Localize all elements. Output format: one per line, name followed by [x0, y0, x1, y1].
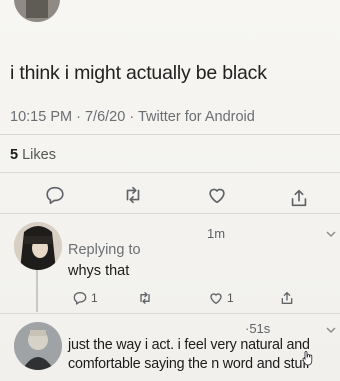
reply-text: whys that: [68, 263, 130, 279]
reply-time: 1m: [207, 226, 226, 241]
likes-label: Likes: [22, 147, 56, 163]
meta-separator: ·: [129, 109, 135, 125]
chevron-down-icon[interactable]: [325, 228, 337, 240]
retweet-icon: [137, 290, 153, 306]
tweet-time: 10:15 PM: [10, 109, 73, 125]
reply-avatar[interactable]: [14, 222, 62, 270]
divider: [0, 213, 340, 214]
likes-count: 5: [10, 147, 19, 163]
tweet-text: i think i might actually be black: [10, 62, 267, 84]
reply-retweet-button[interactable]: [137, 290, 153, 306]
replying-to[interactable]: Replying to: [68, 242, 141, 258]
divider: [0, 134, 340, 135]
reply-text-line: just the way i act. i feel very natural …: [68, 337, 310, 353]
tweet-source[interactable]: Twitter for Android: [138, 109, 255, 125]
reply-text-line: comfortable saying the n word and stuff: [68, 356, 310, 372]
author-avatar[interactable]: [14, 0, 60, 22]
reply-share-button[interactable]: [279, 290, 295, 306]
twitter-screen: i think i might actually be black 10:15 …: [0, 0, 340, 381]
cursor-icon: [302, 350, 314, 366]
chevron-down-icon[interactable]: [325, 324, 337, 336]
thread-line: [36, 270, 38, 312]
tweet-date: 7/6/20: [84, 109, 126, 125]
like-icon[interactable]: [206, 184, 228, 206]
retweet-icon[interactable]: [122, 184, 144, 206]
like-icon: [208, 290, 224, 306]
share-icon[interactable]: [288, 187, 310, 209]
reply-count: 1: [91, 291, 98, 305]
reply-reply-button[interactable]: 1: [72, 290, 98, 306]
reply-time: ·51s: [245, 321, 271, 336]
reply-icon[interactable]: [44, 184, 66, 206]
likes-link[interactable]: 5 Likes: [10, 147, 56, 163]
divider: [0, 313, 340, 314]
divider: [0, 172, 340, 173]
reply-avatar[interactable]: [14, 322, 62, 370]
tweet-meta: 10:15 PM · 7/6/20 · Twitter for Android: [10, 109, 255, 125]
reply-icon: [72, 290, 88, 306]
meta-separator: ·: [76, 109, 81, 125]
share-icon: [279, 290, 295, 306]
reply-like-button[interactable]: 1: [208, 290, 234, 306]
like-count: 1: [227, 291, 234, 305]
